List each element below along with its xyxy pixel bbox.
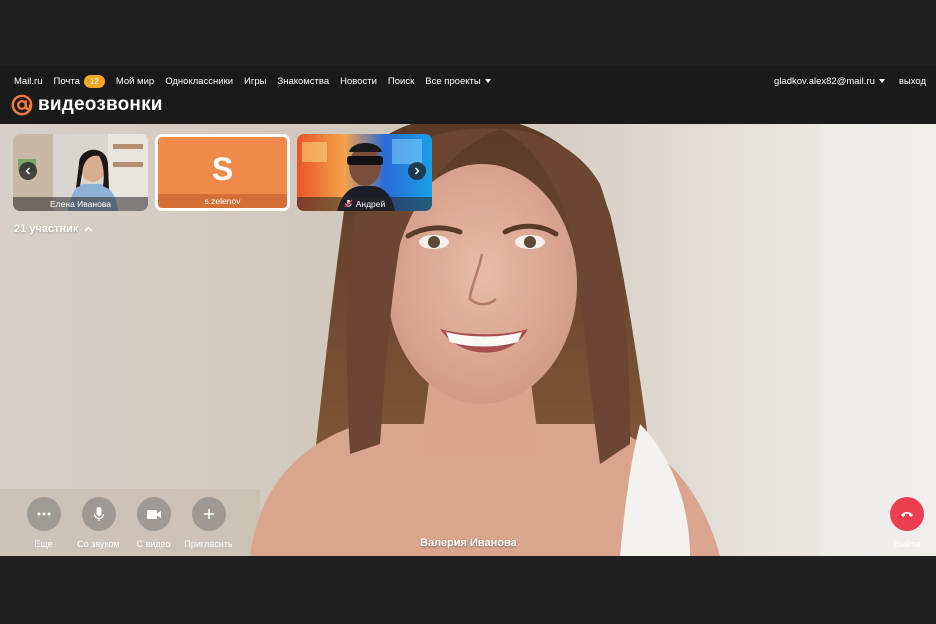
bottom-letterbox <box>0 556 936 624</box>
user-email: gladkov.alex82@mail.ru <box>774 75 875 87</box>
user-account-menu[interactable]: gladkov.alex82@mail.ru <box>774 76 885 87</box>
muted-microphone-icon <box>344 199 353 208</box>
more-label: Еще <box>34 539 53 549</box>
nav-link-odnoklassniki[interactable]: Одноклассники <box>165 76 233 87</box>
participant-tile-active[interactable]: S s.zelenov <box>155 134 290 211</box>
nav-link-games[interactable]: Игры <box>244 76 266 87</box>
camera-icon <box>136 497 171 531</box>
participant-tiles: Елена Иванова S s.zelenov Андрей <box>13 134 432 211</box>
prev-participants-button[interactable] <box>19 162 37 180</box>
participant-name: Елена Иванова <box>13 197 148 211</box>
participant-name: s.zelenov <box>158 194 287 208</box>
participant-count-toggle[interactable]: 21 участник <box>14 223 93 235</box>
next-participants-button[interactable] <box>408 162 426 180</box>
microphone-icon <box>81 497 116 531</box>
nav-link-mail-label: Почта <box>53 75 80 87</box>
participant-count: 21 участник <box>14 223 79 235</box>
invite-label: Пригласить <box>184 539 233 549</box>
hangup-icon <box>890 497 924 531</box>
nav-link-mailru[interactable]: Mail.ru <box>14 76 43 87</box>
more-icon <box>26 497 61 531</box>
participant-name-row: Андрей <box>297 197 432 211</box>
app-title: видеозвонки <box>38 94 163 115</box>
microphone-label: Со звуком <box>77 539 120 549</box>
nav-link-mail[interactable]: Почта 12 <box>53 74 105 88</box>
nav-link-search[interactable]: Поиск <box>388 76 414 87</box>
participant-tile[interactable]: Андрей <box>297 134 432 211</box>
leave-call-button[interactable]: Выйти <box>889 497 925 549</box>
nav-link-my-world[interactable]: Мой мир <box>116 76 154 87</box>
main-speaker-name: Валерия Иванова <box>420 537 517 549</box>
logout-link[interactable]: выход <box>899 76 926 87</box>
chevron-down-icon <box>878 78 885 83</box>
chevron-down-icon <box>484 78 491 83</box>
app-logo[interactable]: видеозвонки <box>11 93 163 117</box>
participant-name: Андрей <box>355 199 386 209</box>
invite-button[interactable]: Пригласить <box>181 497 236 549</box>
portal-nav: Mail.ru Почта 12 Мой мир Одноклассники Иг… <box>14 71 491 91</box>
all-projects-label: Все проекты <box>425 75 481 87</box>
portal-user-area: gladkov.alex82@mail.ru выход <box>774 71 926 91</box>
nav-link-all-projects[interactable]: Все проекты <box>425 75 491 87</box>
plus-icon <box>191 497 226 531</box>
nav-link-news[interactable]: Новости <box>340 76 377 87</box>
chevron-up-icon <box>84 226 93 232</box>
nav-link-dating[interactable]: Знакомства <box>277 76 329 87</box>
more-button[interactable]: Еще <box>16 497 71 549</box>
chevron-left-icon <box>25 167 30 175</box>
camera-toggle-button[interactable]: С видео <box>126 497 181 549</box>
participant-tile[interactable]: Елена Иванова <box>13 134 148 211</box>
call-controls: Еще Со звуком С видео Пригласить <box>16 497 236 549</box>
camera-label: С видео <box>136 539 171 549</box>
microphone-toggle-button[interactable]: Со звуком <box>71 497 126 549</box>
chevron-right-icon <box>415 167 420 175</box>
participant-avatar-letter: S <box>211 151 234 187</box>
at-sign-logo-icon <box>11 94 33 116</box>
top-letterbox <box>0 0 936 66</box>
leave-call-label: Выйти <box>893 539 921 549</box>
mail-unread-badge: 12 <box>83 74 105 88</box>
